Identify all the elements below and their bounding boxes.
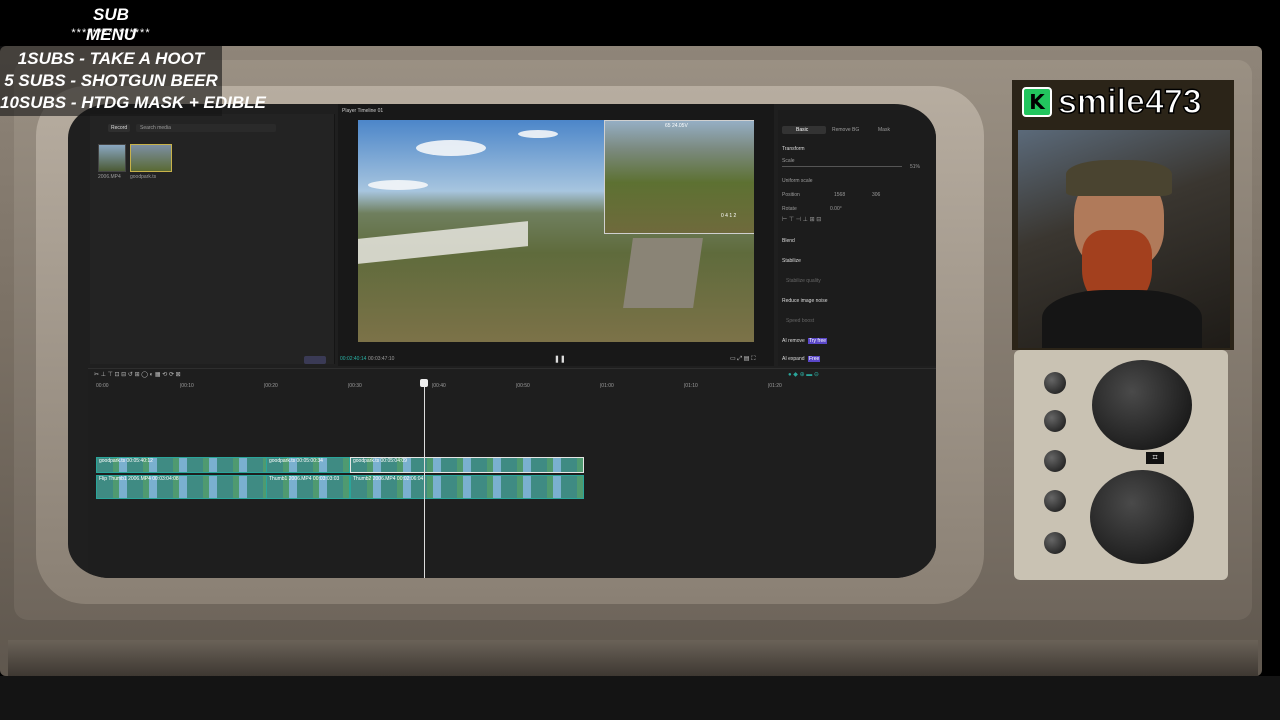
channel-dial [1092, 360, 1192, 450]
player-controls-icon[interactable]: ▭ ⤢ ▤ ⛶ [730, 355, 755, 363]
ruler-8: |01:20 [768, 383, 782, 389]
ai-helper-button[interactable] [304, 356, 326, 364]
ruler-2: |00:20 [264, 383, 278, 389]
pause-icon[interactable]: ❚❚ [554, 355, 566, 363]
streamer-shirt [1042, 290, 1202, 348]
tv-knob-5 [1044, 532, 1066, 554]
media-thumb-2-label: goodpark.ts [130, 174, 157, 180]
rotate-label: Rotate [782, 206, 797, 212]
timeline-right-icons[interactable]: ● ◆ ⊕ ▬ ⊖ [788, 371, 819, 378]
scale-value: 51% [910, 164, 921, 170]
properties-pane: Basic Remove BG Mask Transform Scale 51%… [778, 110, 936, 366]
video-clip-3-label: Thumb2 2006.MP4 00:02:06:04 [353, 476, 424, 482]
position-y-field[interactable]: 306 [872, 192, 880, 198]
speed-boost-label: Speed boost [786, 318, 815, 324]
position-label: Position [782, 192, 800, 198]
ruler-4: |00:40 [432, 383, 446, 389]
ai-expand-badge: Free [808, 356, 821, 362]
pip-overlay[interactable]: 65 24.05V 0 4 1 2 [604, 120, 754, 234]
channel-indicator-icon: ⌗ [1146, 452, 1164, 464]
media-thumb-2[interactable] [130, 144, 172, 172]
position-x-field[interactable]: 1568 [834, 192, 845, 198]
tab-basic-label: Basic [796, 127, 809, 133]
webcam-feed [1018, 130, 1230, 348]
tv-knob-2 [1044, 410, 1066, 432]
media-search-input[interactable]: Search media [136, 124, 276, 132]
video-clip-1-label: Flip Thumb1 2006.MP4 00:03:04:08 [99, 476, 179, 482]
overlay-clip-1-label: goodpark.ts 00:05:40:12 [99, 458, 153, 464]
player-title: Player Timeline 01 [342, 108, 384, 114]
tv-screen: Record Search media 2006.MP4 goodpark.ts… [68, 104, 936, 578]
overlay-clip-1[interactable]: goodpark.ts 00:05:40:12 [96, 457, 268, 473]
kick-logo-icon: K [1022, 87, 1052, 117]
media-pane: Record Search media 2006.MP4 goodpark.ts [90, 114, 335, 364]
video-clip-2-label: Thumb1 2006.MP4 00:03:03:03 [269, 476, 340, 482]
streamer-cap [1066, 160, 1172, 196]
tv-knob-3 [1044, 450, 1066, 472]
overlay-clip-3-label: goodpark.ts 00:05:04:09 [353, 458, 407, 464]
tuning-dial [1090, 470, 1194, 564]
record-button[interactable]: Record [108, 124, 130, 132]
overlay-clip-3[interactable]: goodpark.ts 00:05:04:09 [350, 457, 584, 473]
ruler-3: |00:30 [348, 383, 362, 389]
video-clip-2[interactable]: Thumb1 2006.MP4 00:03:03:03 [266, 475, 350, 499]
ruler-5: |00:50 [516, 383, 530, 389]
ai-remove-label[interactable]: AI remove [782, 338, 805, 344]
reduce-noise-label[interactable]: Reduce image noise [782, 298, 828, 304]
stabilize-quality: Stabilize quality [786, 278, 821, 284]
record-label: Record [111, 125, 128, 131]
tab-mask[interactable]: Mask [878, 127, 890, 133]
tab-basic[interactable]: Basic [782, 126, 826, 134]
tv-knob-4 [1044, 490, 1066, 512]
tv-knob-1 [1044, 372, 1066, 394]
player-pane: Player Timeline 01 65 24.05V 0 4 1 2 00:… [338, 104, 774, 366]
submenu-stars: *************** [71, 27, 151, 39]
subs-line-2: 5 SUBS - SHOTGUN BEER [4, 71, 218, 90]
media-thumb-1-label: 2006.MP4 [98, 174, 121, 180]
pip-osd: 65 24.05V [665, 123, 688, 129]
ruler-6: |01:00 [600, 383, 614, 389]
tab-remove-bg[interactable]: Remove BG [832, 127, 859, 133]
transform-label: Transform [782, 146, 805, 152]
submenu-title: SUB MENU [85, 5, 137, 44]
scale-label: Scale [782, 158, 795, 164]
uniform-scale-label: Uniform scale [782, 178, 813, 184]
ruler-0: 00:00 [96, 383, 109, 389]
overlay-clip-2[interactable]: goodpark.ts 00:05:00:34 [266, 457, 350, 473]
tv-base [8, 640, 1258, 676]
media-thumb-1[interactable] [98, 144, 126, 172]
total-time: 00:03:47:10 [368, 356, 395, 362]
pip-osd-right: 0 4 1 2 [721, 213, 737, 219]
subs-line-3: 10SUBS - HTDG MASK + EDIBLE [0, 93, 266, 112]
search-placeholder: Search media [140, 125, 171, 131]
timeline-toolbar-icons[interactable]: ✂ ⊥ ⊤ ⊡ ⊟ ↺ ⊞ ◯ ◐ ▦ ⟲ ⟳ ⊠ [94, 371, 181, 378]
current-time: 00:02:40:14 [340, 356, 367, 362]
ruler-7: |01:10 [684, 383, 698, 389]
bottom-strip [0, 676, 1280, 720]
channel-brand: K smile473 [1022, 82, 1202, 122]
overlay-clip-2-label: goodpark.ts 00:05:00:34 [269, 458, 323, 464]
scale-slider[interactable] [782, 166, 902, 167]
timeline: ✂ ⊥ ⊤ ⊡ ⊟ ↺ ⊞ ◯ ◐ ▦ ⟲ ⟳ ⊠ ● ◆ ⊕ ▬ ⊖ 00:0… [88, 368, 936, 578]
tv-control-panel: ⌗ [1014, 350, 1228, 580]
video-preview[interactable]: 65 24.05V 0 4 1 2 [358, 120, 754, 342]
ai-expand-label[interactable]: AI expand [782, 356, 805, 362]
rotate-field[interactable]: 0.00° [830, 206, 842, 212]
playhead-handle[interactable] [420, 379, 428, 387]
stabilize-label[interactable]: Stabilize [782, 258, 801, 264]
channel-name: smile473 [1057, 82, 1202, 122]
align-icons[interactable]: ⊢ ⊤ ⊣ ⊥ ⊞ ⊟ [782, 216, 821, 223]
video-clip-3[interactable]: Thumb2 2006.MP4 00:02:06:04 [350, 475, 584, 499]
subs-line-1: 1SUBS - TAKE A HOOT [17, 49, 205, 68]
playhead[interactable] [424, 383, 425, 578]
ruler-1: |00:10 [180, 383, 194, 389]
ai-remove-badge: Try free [808, 338, 828, 344]
blend-label[interactable]: Blend [782, 238, 795, 244]
